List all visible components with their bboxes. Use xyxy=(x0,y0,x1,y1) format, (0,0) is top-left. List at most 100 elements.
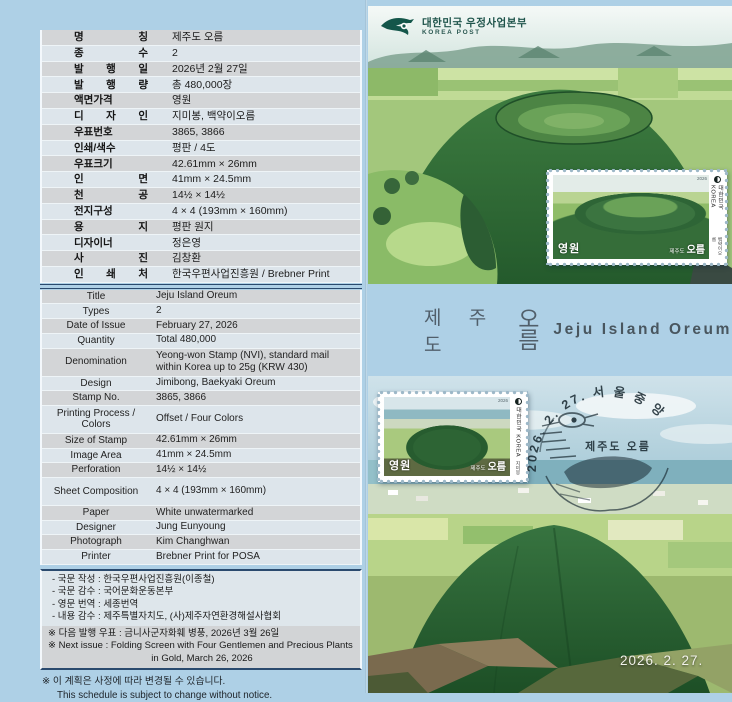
credit-line: - 내용 감수 : 제주특별자치도, (사)제주자연환경해설사협회 xyxy=(52,611,354,624)
stamp-jimibong: 영원 제주도 오름 2026 대한민국 KOREA 지미봉 xyxy=(378,392,528,482)
row-label: 발 행 량 xyxy=(74,80,148,91)
notes-box: - 국문 작성 : 한국우편사업진흥원(이종철)- 국문 감수 : 국어문화운동… xyxy=(40,569,362,671)
row-label: 디자이너 xyxy=(74,238,148,249)
row-value: Brebner Print for POSA xyxy=(156,551,264,564)
row-value: 2026년 2월 27일 xyxy=(172,64,248,75)
stamp-year: 2026 xyxy=(498,398,508,403)
row-label: Printer xyxy=(42,551,150,563)
title-korean-stacked: 오 름 xyxy=(518,309,539,351)
stamp-country: 대한민국 KOREA xyxy=(710,185,725,233)
table-row: 발 행 량총 480,000장 xyxy=(42,77,360,93)
page-fold-line xyxy=(365,0,367,693)
disclaimer-korean: ※ 이 계획은 사정에 따라 변경될 수 있습니다. xyxy=(42,675,362,688)
row-label: Quantity xyxy=(42,335,150,347)
title-korean: 제 주 도 xyxy=(424,303,516,357)
table-row: Size of Stamp 42.61mm × 26mm xyxy=(42,434,360,449)
row-value: Offset / Four Colors xyxy=(156,413,247,426)
next-issue-korean: ※ 다음 발행 우표 : 금니사군자화훼 병풍, 2026년 3월 26일 xyxy=(48,628,356,641)
perforation-edge xyxy=(378,391,528,396)
stamp-side-column: 대한민국 KOREA 백약이오름 xyxy=(711,176,723,259)
table-row: Stamp No.3865, 3866 xyxy=(42,391,360,406)
row-label: 명 칭 xyxy=(74,32,148,43)
table-row: Printing Process / ColorsOffset / Four C… xyxy=(42,406,360,434)
stamp-series-title: 제주도 오름 xyxy=(470,458,506,473)
row-label: Paper xyxy=(42,507,150,519)
row-value: Total 480,000 xyxy=(156,334,220,347)
credits-section: - 국문 작성 : 한국우편사업진흥원(이종철)- 국문 감수 : 국어문화운동… xyxy=(42,571,360,626)
korea-post-emblem-icon xyxy=(714,176,721,183)
row-value: 41mm × 24.5mm xyxy=(156,449,235,462)
row-label: Sheet Composition xyxy=(42,486,150,498)
stamp-series-big: 오름 xyxy=(488,458,506,473)
stamp-series-title: 제주도 오름 xyxy=(669,241,705,256)
row-label: 액면가격 xyxy=(74,95,148,106)
perforation-edge xyxy=(546,170,551,265)
table-row: 디자이너정은영 xyxy=(42,235,360,251)
table-row: Sheet Composition 4 × 4 (193mm × 160mm) xyxy=(42,478,360,506)
table-row: Paper White unwatermarked xyxy=(42,506,360,521)
row-value: 42.61mm × 26mm xyxy=(156,434,241,447)
korea-post-logo: 대한민국 우정사업본부 KOREA POST xyxy=(380,15,527,39)
row-label: 발 행 일 xyxy=(74,64,148,75)
disclaimer-english: This schedule is subject to change witho… xyxy=(42,689,362,702)
photo-jimibong: 영원 제주도 오름 2026 대한민국 KOREA 지미봉 2026. 2. 2… xyxy=(368,376,732,693)
row-value: 3865, 3866 xyxy=(172,127,225,138)
row-value: 지미봉, 백약이오름 xyxy=(172,111,255,122)
photo-baekyaki-oreum: 대한민국 우정사업본부 KOREA POST 영원 제주도 오름 2026 대한… xyxy=(368,6,732,284)
row-label: Size of Stamp xyxy=(42,435,150,447)
row-value: 제주도 오름 xyxy=(172,32,223,43)
table-row: 천 공 14½ × 14½ xyxy=(42,188,360,204)
row-label: Date of Issue xyxy=(42,320,150,332)
table-row: Printer Brebner Print for POSA xyxy=(42,550,360,565)
table-row: 사 진 김창환 xyxy=(42,251,360,267)
table-row: 액면가격영원 xyxy=(42,93,360,109)
row-label: 용 지 xyxy=(74,222,148,233)
row-value: White unwatermarked xyxy=(156,507,257,520)
row-value: 41mm × 24.5mm xyxy=(172,174,251,185)
row-label: 인 쇄 처 xyxy=(74,269,148,280)
row-label: 사 진 xyxy=(74,253,148,264)
row-label: 인쇄/색수 xyxy=(74,143,148,154)
row-value: 42.61mm × 26mm xyxy=(172,159,257,170)
logo-org-name-english: KOREA POST xyxy=(422,30,527,37)
stamp-info-table-korean: 명 칭제주도 오름종 수2발 행 일2026년 2월 27일발 행 량총 480… xyxy=(40,30,362,283)
row-label: 천 공 xyxy=(74,190,148,201)
row-value: 2 xyxy=(156,305,166,318)
table-row: DenominationYeong-won Stamp (NVI), stand… xyxy=(42,349,360,377)
stamp-image: 영원 제주도 오름 2026 xyxy=(553,175,709,259)
stamp-denomination: 영원 xyxy=(389,457,411,473)
table-row: DesignerJung Eunyoung xyxy=(42,521,360,536)
row-value: 4 × 4 (193mm × 160mm) xyxy=(156,485,270,498)
row-value: 김창환 xyxy=(172,253,201,264)
row-label: 디 자 인 xyxy=(74,111,148,122)
table-row: 용 지 평판 원지 xyxy=(42,220,360,236)
row-value: 2 xyxy=(172,48,178,59)
row-value: 평판 / 4도 xyxy=(172,143,216,154)
fold-date-overlay: 2026. 2. 27. xyxy=(620,653,703,668)
row-label: Types xyxy=(42,306,150,318)
row-label: Denomination xyxy=(42,356,150,368)
next-issue-english-line2: in Gold, March 26, 2026 xyxy=(48,653,356,666)
stamp-series-small: 제주도 xyxy=(669,247,684,255)
row-label: 우표번호 xyxy=(74,127,148,138)
title-english: Jeju Island Oreum xyxy=(553,321,732,339)
row-label: Photograph xyxy=(42,536,150,548)
table-row: TitleJeju Island Oreum xyxy=(42,290,360,305)
credit-line: - 국문 감수 : 국어문화운동본부 xyxy=(52,586,354,599)
title-band: 제 주 도 오 름 Jeju Island Oreum xyxy=(368,284,732,376)
row-value: 14½ × 14½ xyxy=(156,464,210,477)
credit-line: - 국문 작성 : 한국우편사업진흥원(이종철) xyxy=(52,574,354,587)
stamp-baekyaki-oreum: 영원 제주도 오름 2026 대한민국 KOREA 백약이오름 xyxy=(547,170,727,265)
info-panel: 명 칭제주도 오름종 수2발 행 일2026년 2월 27일발 행 량총 480… xyxy=(40,30,362,702)
first-day-postmark: 2026. 2. 27. 서 울 중 앙 제주도 오름 xyxy=(520,380,700,520)
stamp-image: 영원 제주도 오름 2026 xyxy=(384,397,510,476)
table-row: 발 행 일 2026년 2월 27일 xyxy=(42,62,360,78)
koreapost-bird-icon xyxy=(380,15,416,39)
row-value: 14½ × 14½ xyxy=(172,190,225,201)
perforation-edge xyxy=(547,169,727,174)
table-row: 인쇄/색수 평판 / 4도 xyxy=(42,141,360,157)
postmark-center-text: 제주도 오름 xyxy=(585,439,651,453)
row-value: 평판 원지 xyxy=(172,222,214,233)
table-row: 전지구성4 × 4 (193mm × 160mm) xyxy=(42,204,360,220)
row-label: Perforation xyxy=(42,464,150,476)
